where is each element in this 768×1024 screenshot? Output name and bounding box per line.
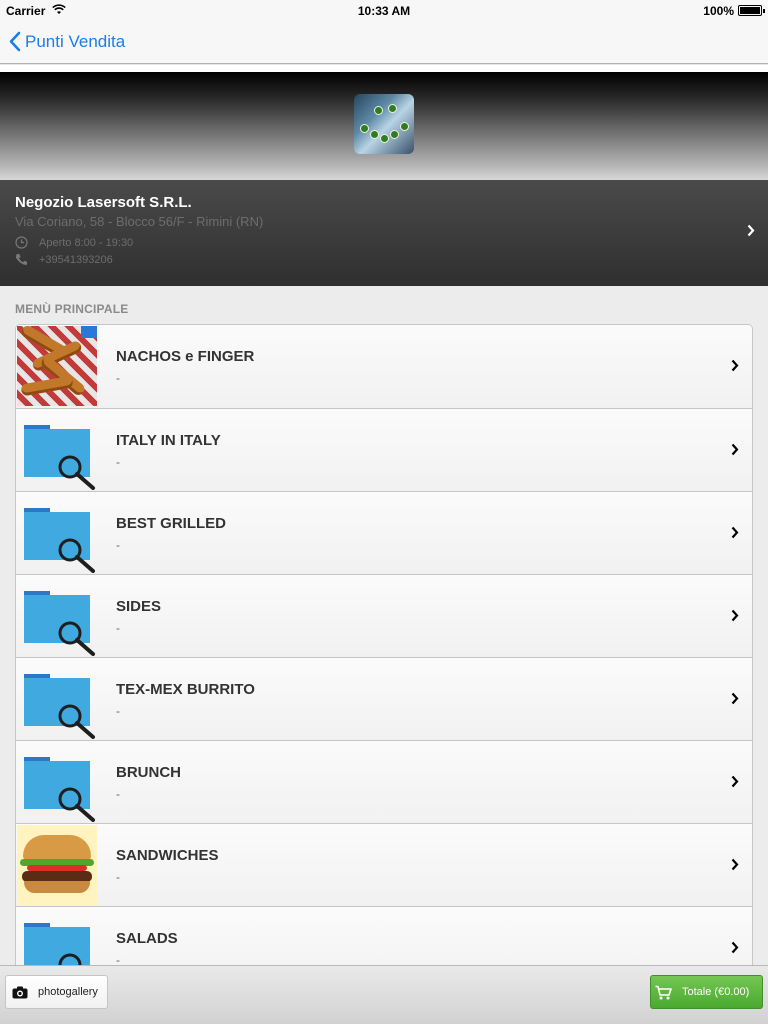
menu-item-title: SANDWICHES <box>116 847 219 864</box>
chevron-right-icon <box>731 775 739 788</box>
folder-search-icon <box>17 908 97 965</box>
folder-search-icon <box>17 410 97 490</box>
burger-photo <box>17 825 97 905</box>
chevron-right-icon <box>731 443 739 456</box>
clock-icon <box>15 236 28 249</box>
clock: 10:33 AM <box>357 4 411 18</box>
folder-search-icon <box>17 576 97 656</box>
phone-icon <box>16 254 27 265</box>
battery-percent: 100% <box>703 4 734 18</box>
store-banner <box>0 72 768 180</box>
menu-item-subtitle: - <box>116 953 120 965</box>
navigation-bar: Punti Vendita <box>0 22 768 64</box>
store-photo[interactable] <box>354 94 414 154</box>
chevron-right-icon <box>747 224 755 237</box>
cart-total-button[interactable]: Totale (€0.00) <box>650 975 763 1009</box>
menu-item-brunch[interactable]: BRUNCH - <box>16 740 752 823</box>
menu-item-nachos[interactable]: NACHOS e FINGER - <box>16 325 752 408</box>
menu-item-title: TEX-MEX BURRITO <box>116 681 255 698</box>
store-hours-text: Aperto 8:00 - 19:30 <box>39 236 134 249</box>
battery-icon <box>738 5 765 16</box>
chevron-right-icon <box>731 858 739 871</box>
menu-item-title: ITALY IN ITALY <box>116 432 221 449</box>
bottom-toolbar: photogallery Totale (€0.00) <box>0 965 768 1024</box>
store-phone[interactable]: +39541393206 <box>15 253 113 266</box>
menu-item-title: BRUNCH <box>116 764 181 781</box>
menu-item-subtitle: - <box>116 538 120 552</box>
section-title: MENÙ PRINCIPALE <box>0 286 768 324</box>
cart-total-label: Totale (€0.00) <box>682 986 750 998</box>
menu-item-best-grilled[interactable]: BEST GRILLED - <box>16 491 752 574</box>
folder-search-icon <box>17 742 97 822</box>
chevron-right-icon <box>731 526 739 539</box>
menu-item-subtitle: - <box>116 704 120 718</box>
menu-item-sandwiches[interactable]: SANDWICHES - <box>16 823 752 906</box>
chevron-right-icon <box>731 359 739 372</box>
menu-item-subtitle: - <box>116 371 120 385</box>
store-name: Negozio Lasersoft S.R.L. <box>15 194 192 211</box>
menu-group: NACHOS e FINGER - ITALY IN ITALY - BEST … <box>15 324 753 965</box>
menu-item-sides[interactable]: SIDES - <box>16 574 752 657</box>
back-button-label: Punti Vendita <box>25 31 126 51</box>
main-content: Negozio Lasersoft S.R.L. Via Coriano, 58… <box>0 65 768 965</box>
folder-search-icon <box>17 493 97 573</box>
back-button[interactable]: Punti Vendita <box>8 31 125 52</box>
store-hours: Aperto 8:00 - 19:30 <box>15 236 133 249</box>
menu-item-subtitle: - <box>116 870 120 884</box>
folder-search-icon <box>17 659 97 739</box>
photogallery-label: photogallery <box>38 986 98 998</box>
menu-item-tex-mex-burrito[interactable]: TEX-MEX BURRITO - <box>16 657 752 740</box>
shopping-cart-icon <box>655 985 672 999</box>
chevron-left-icon <box>9 31 21 52</box>
store-address: Via Coriano, 58 - Blocco 56/F - Rimini (… <box>15 214 264 229</box>
nachos-photo <box>17 326 97 406</box>
menu-item-subtitle: - <box>116 455 120 469</box>
menu-item-subtitle: - <box>116 787 120 801</box>
menu-item-title: SALADS <box>116 930 178 947</box>
menu-item-italy-in-italy[interactable]: ITALY IN ITALY - <box>16 408 752 491</box>
camera-icon <box>12 986 28 998</box>
menu-item-title: SIDES <box>116 598 162 615</box>
chevron-right-icon <box>731 941 739 954</box>
menu-list: NACHOS e FINGER - ITALY IN ITALY - BEST … <box>0 324 768 965</box>
store-info-row[interactable]: Negozio Lasersoft S.R.L. Via Coriano, 58… <box>0 180 768 286</box>
menu-item-title: NACHOS e FINGER <box>116 348 255 365</box>
status-bar: Carrier 10:33 AM 100% <box>0 0 768 22</box>
chevron-right-icon <box>731 692 739 705</box>
photogallery-button[interactable]: photogallery <box>5 975 108 1009</box>
menu-item-title: BEST GRILLED <box>116 515 227 532</box>
store-phone-text: +39541393206 <box>39 253 113 266</box>
chevron-right-icon <box>731 609 739 622</box>
menu-item-salads[interactable]: SALADS - <box>16 906 752 965</box>
menu-item-subtitle: - <box>116 621 120 635</box>
